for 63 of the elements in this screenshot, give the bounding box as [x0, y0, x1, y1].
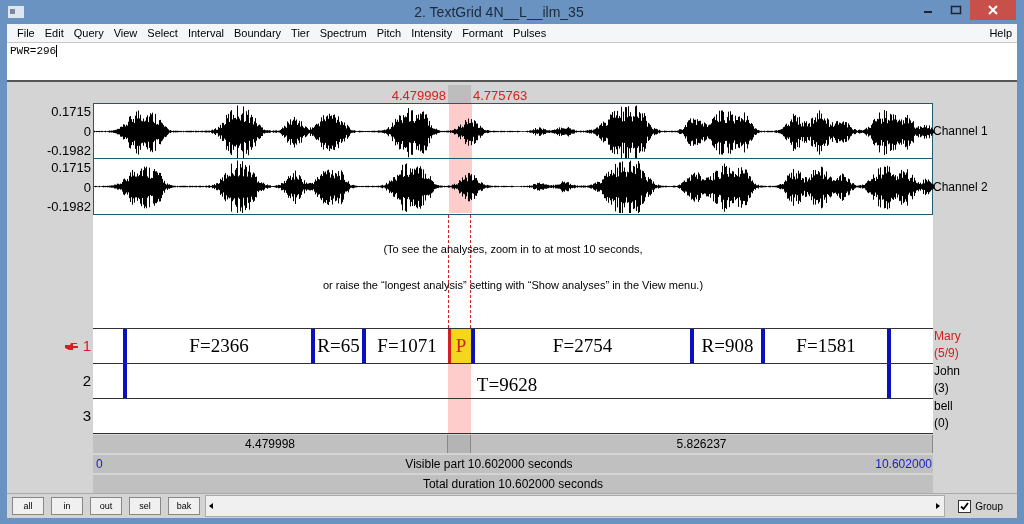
axis-label: -0.1982 — [46, 142, 91, 159]
axis-label: 0 — [83, 122, 91, 140]
visible-part-bar[interactable]: 0 Visible part 10.602000 seconds 10.602000 — [93, 455, 933, 473]
selection-start: 4.479998 — [390, 88, 447, 103]
maximize-icon[interactable] — [950, 5, 962, 15]
menu-item[interactable]: Tier — [286, 27, 315, 39]
selection-end: 4.775763 — [472, 88, 528, 103]
script-field[interactable]: PWR=296 — [7, 43, 1017, 82]
axis-label: 0.1715 — [51, 103, 91, 120]
selection-marker — [448, 85, 471, 103]
tier-name: John — [934, 363, 962, 380]
tier-count: (0) — [934, 415, 950, 432]
scrollbar[interactable] — [205, 495, 946, 517]
zoom-button[interactable]: in — [51, 497, 83, 515]
tier-number: 3 — [82, 407, 91, 424]
menu-item[interactable]: Boundary — [229, 27, 287, 39]
tier-count: (5/9) — [934, 345, 960, 362]
zoom-button[interactable]: all — [12, 497, 44, 515]
app-icon — [8, 6, 24, 18]
menu-item[interactable]: Select — [142, 27, 183, 39]
tier-interval[interactable]: R=908 — [690, 329, 761, 363]
tier-number: 2 — [82, 372, 91, 389]
close-icon[interactable] — [988, 5, 998, 15]
menu-item[interactable]: Formant — [457, 27, 509, 39]
menu-item[interactable]: Intensity — [406, 27, 458, 39]
close-button[interactable] — [970, 0, 1016, 20]
analysis-message: or raise the “longest analysis” setting with “Show analyses” in the View menu.) — [322, 279, 704, 291]
tier-name: bell — [934, 398, 954, 415]
menu-item[interactable]: File — [12, 27, 40, 39]
tier-count: (3) — [934, 380, 950, 397]
menu-item[interactable]: Help — [984, 27, 1017, 39]
tier-row[interactable] — [93, 398, 933, 434]
checkbox[interactable] — [958, 499, 972, 513]
tier-interval[interactable]: P — [448, 329, 471, 363]
tier-name: Mary — [934, 328, 962, 345]
tier-interval[interactable]: F=2366 — [123, 329, 311, 363]
menu-item[interactable]: Pitch — [371, 27, 407, 39]
axis-label: -0.1982 — [46, 198, 91, 215]
window-title: 2. TextGrid 4N__L__ilm_35 — [413, 4, 585, 20]
menu-item[interactable]: Edit — [39, 27, 69, 39]
channel-name: Channel 1 — [933, 124, 988, 138]
checkbox-label[interactable]: Group — [975, 500, 1003, 512]
menu-item[interactable]: Query — [68, 27, 109, 39]
tier-number: 1 — [82, 337, 91, 354]
tier-interval[interactable]: F=1581 — [761, 329, 887, 363]
pointing-hand-icon — [64, 342, 79, 351]
axis-label: 0 — [83, 178, 91, 196]
duration-bar[interactable]: 4.479998 — [93, 435, 448, 453]
total-duration-bar[interactable]: Total duration 10.602000 seconds — [93, 475, 933, 493]
duration-bar[interactable]: 5.826237 — [471, 435, 933, 453]
axis-label: 0.1715 — [51, 159, 91, 176]
menu-item[interactable]: Interval — [182, 27, 229, 39]
channel-name: Channel 2 — [933, 180, 988, 194]
menu-item[interactable]: Spectrum — [314, 27, 372, 39]
zoom-button[interactable]: out — [90, 497, 122, 515]
zoom-button[interactable]: bak — [168, 497, 200, 515]
tier-row[interactable]: F=2366 R=65 F=1071 P F=2754 R=908 F=1581 — [93, 328, 933, 363]
menu-item[interactable]: Pulses — [508, 27, 552, 39]
tier-interval[interactable]: R=65 — [311, 329, 362, 363]
zoom-button[interactable]: sel — [129, 497, 161, 515]
menu-item[interactable]: View — [108, 27, 143, 39]
tier-interval[interactable]: F=2754 — [471, 329, 690, 363]
analysis-message: (To see the analyses, zoom in to at most 10 seconds, — [383, 243, 643, 255]
